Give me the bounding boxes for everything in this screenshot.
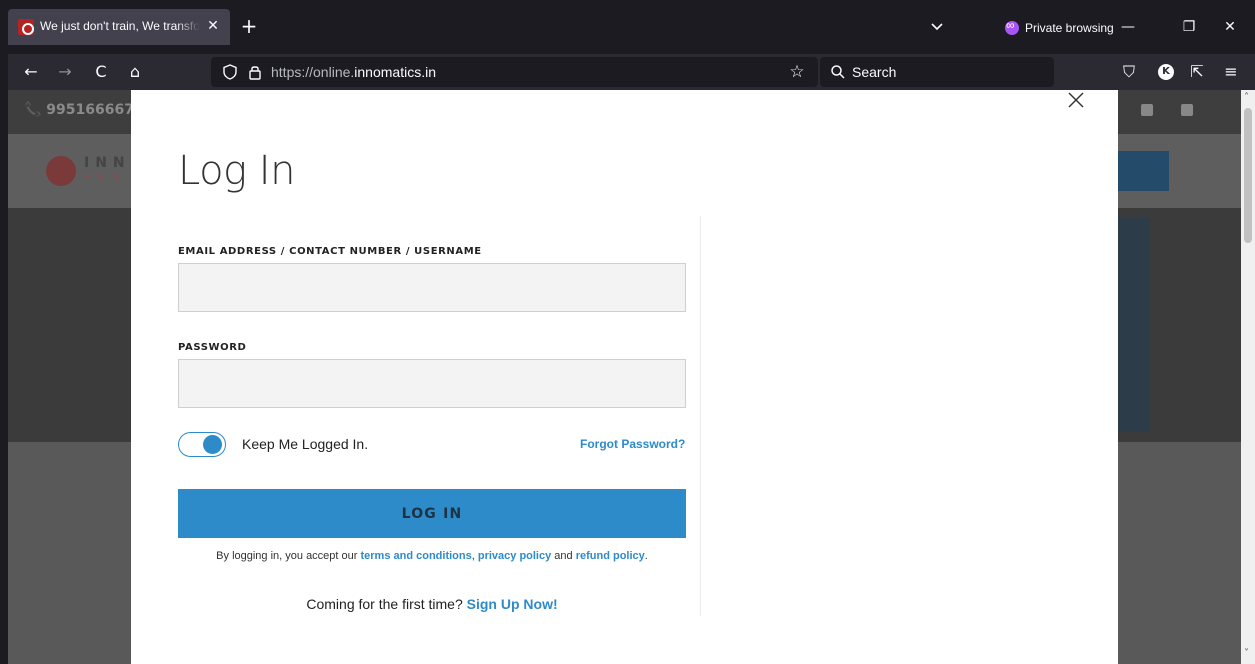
- column-divider: [700, 216, 701, 616]
- private-browsing-indicator: Private browsing: [1005, 18, 1114, 38]
- app-menu-icon[interactable]: ≡: [1220, 61, 1242, 83]
- private-mask-icon: [1005, 18, 1019, 35]
- address-bar[interactable]: https://online.innomatics.in ☆: [211, 57, 818, 87]
- extensions-icon[interactable]: ⇱: [1186, 61, 1208, 83]
- logo-text: INN: [84, 155, 131, 171]
- terms-suffix: .: [644, 550, 648, 562]
- tab-list-chevron-icon[interactable]: [928, 18, 946, 36]
- tracking-protection-shield-icon[interactable]: [221, 63, 239, 81]
- tab-strip: We just don't train, We transform ✕ + Pr…: [8, 8, 1255, 46]
- terms-sep-2: and: [551, 550, 576, 562]
- signup-prefix: Coming for the first time?: [306, 596, 467, 612]
- browser-window: We just don't train, We transform ✕ + Pr…: [0, 0, 1255, 664]
- pocket-icon[interactable]: ⛉: [1118, 61, 1140, 83]
- back-arrow-icon[interactable]: ←: [20, 61, 42, 83]
- lock-icon[interactable]: [246, 63, 264, 81]
- terms-prefix: By logging in, you accept our: [216, 550, 361, 562]
- site-logo-icon: [46, 156, 76, 186]
- new-tab-button[interactable]: +: [238, 16, 260, 38]
- restore-button[interactable]: ❐: [1174, 16, 1204, 38]
- hero-decoration: [1118, 218, 1150, 432]
- url-prefix: https://online.: [271, 64, 355, 80]
- search-icon: [831, 65, 845, 79]
- close-window-button[interactable]: ✕: [1215, 16, 1245, 38]
- privacy-policy-link[interactable]: privacy policy: [478, 550, 551, 562]
- minimize-button[interactable]: —: [1113, 16, 1143, 38]
- forgot-password-link[interactable]: Forgot Password?: [580, 437, 685, 451]
- private-browsing-label: Private browsing: [1025, 21, 1114, 35]
- terms-notice: By logging in, you accept our terms and …: [178, 550, 686, 562]
- phone-number: 📞 995166667: [24, 102, 134, 118]
- refund-policy-link[interactable]: refund policy: [576, 550, 645, 562]
- signup-prompt: Coming for the first time? Sign Up Now!: [178, 596, 686, 612]
- keep-logged-in-label: Keep Me Logged In.: [242, 436, 369, 452]
- signup-link[interactable]: Sign Up Now!: [467, 596, 558, 612]
- home-icon[interactable]: ⌂: [124, 61, 146, 83]
- email-label: EMAIL ADDRESS / CONTACT NUMBER / USERNAM…: [178, 246, 482, 257]
- instagram-icon[interactable]: [1181, 104, 1193, 116]
- reload-icon[interactable]: C: [90, 61, 112, 83]
- browser-tab[interactable]: We just don't train, We transform ✕: [8, 9, 230, 45]
- email-field[interactable]: [178, 263, 686, 312]
- navigation-toolbar: ← → C ⌂ https://online.innomatics.in ☆ S…: [8, 54, 1255, 90]
- forward-arrow-icon[interactable]: →: [54, 61, 76, 83]
- close-tab-icon[interactable]: ✕: [204, 17, 222, 35]
- login-modal: Log In EMAIL ADDRESS / CONTACT NUMBER / …: [131, 90, 1118, 664]
- login-button[interactable]: LOG IN: [178, 489, 686, 538]
- modal-title: Log In: [178, 148, 295, 194]
- tab-title: We just don't train, We transform: [40, 19, 200, 33]
- url-text: https://online.innomatics.in: [271, 64, 436, 80]
- header-action-button[interactable]: [1113, 151, 1169, 191]
- password-label: PASSWORD: [178, 342, 247, 353]
- scroll-up-icon[interactable]: ˄: [1244, 92, 1249, 103]
- scroll-down-icon[interactable]: ˅: [1244, 648, 1249, 659]
- logo-subtext: RES: [84, 172, 128, 183]
- keep-logged-in-toggle[interactable]: [178, 432, 226, 457]
- page-scrollbar[interactable]: ˄ ˅: [1241, 90, 1255, 664]
- terms-link[interactable]: terms and conditions: [360, 550, 471, 562]
- account-avatar-icon[interactable]: K: [1158, 64, 1174, 80]
- search-placeholder: Search: [852, 64, 897, 80]
- site-favicon-icon: [18, 19, 34, 35]
- scroll-thumb[interactable]: [1244, 108, 1252, 243]
- toggle-knob: [203, 435, 222, 454]
- bookmark-star-icon[interactable]: ☆: [786, 61, 808, 83]
- password-field[interactable]: [178, 359, 686, 408]
- close-modal-icon[interactable]: [1065, 90, 1087, 112]
- url-domain: innomatics.in: [354, 64, 436, 80]
- youtube-icon[interactable]: [1141, 104, 1153, 116]
- search-bar[interactable]: Search: [820, 57, 1054, 87]
